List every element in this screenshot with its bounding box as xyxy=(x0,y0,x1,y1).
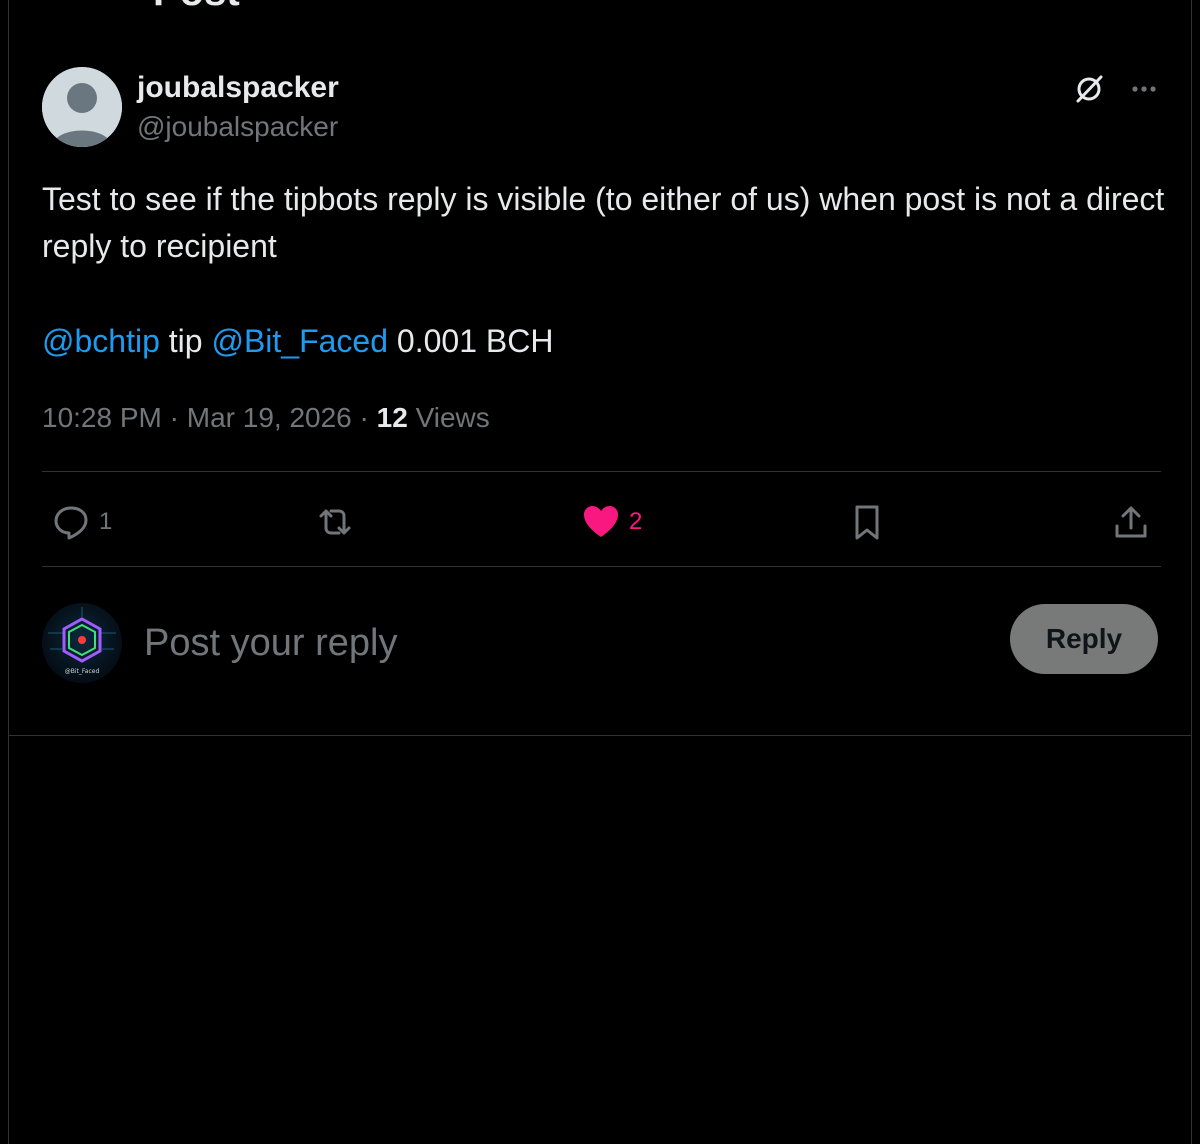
author-display-name[interactable]: joubalspacker xyxy=(137,70,339,106)
bookmark-icon xyxy=(855,505,879,540)
repost-action-button[interactable] xyxy=(315,500,363,544)
like-count: 2 xyxy=(629,508,643,535)
share-icon xyxy=(1115,506,1147,538)
divider xyxy=(42,471,1161,472)
reply-action-button[interactable]: 1 xyxy=(51,500,112,544)
post-text-line: Test to see if the tipbots reply is visi… xyxy=(42,181,1165,264)
post-meta: 10:28 PM · Mar 19, 2026 · 12 Views xyxy=(42,398,490,438)
post-date[interactable]: Mar 19, 2026 xyxy=(187,402,352,433)
reply-count: 1 xyxy=(99,508,113,535)
post-body: Test to see if the tipbots reply is visi… xyxy=(42,176,1172,365)
mention-bit-faced[interactable]: @Bit_Faced xyxy=(211,323,388,359)
post-column: Post joubalspacker @joubalspacker Test t… xyxy=(8,0,1192,1144)
share-action-button[interactable] xyxy=(1111,500,1151,544)
mention-bchtip[interactable]: @bchtip xyxy=(42,323,160,359)
default-avatar-icon xyxy=(42,67,122,147)
tip-word: tip xyxy=(159,323,212,359)
meta-separator: · xyxy=(161,402,187,433)
divider xyxy=(42,566,1161,567)
tip-command: @bchtip tip @Bit_Faced 0.001 BCH xyxy=(42,318,1172,365)
views-label: Views xyxy=(407,402,490,433)
author-avatar[interactable] xyxy=(42,67,122,147)
avatar-label: @Bit_Faced xyxy=(65,668,100,675)
current-user-avatar[interactable]: @Bit_Faced xyxy=(42,603,122,683)
reply-button[interactable]: Reply xyxy=(1010,604,1158,674)
views-count[interactable]: 12 xyxy=(377,402,408,433)
section-divider xyxy=(9,735,1191,736)
page-title: Post xyxy=(153,0,240,12)
top-bar: Post xyxy=(9,0,1191,12)
back-arrow-icon[interactable] xyxy=(49,0,73,2)
like-action-button[interactable]: 2 xyxy=(581,500,642,544)
bit-faced-logo: @Bit_Faced xyxy=(48,607,116,675)
grok-icon[interactable] xyxy=(1072,72,1106,106)
post-time[interactable]: 10:28 PM xyxy=(42,402,162,433)
heart-icon xyxy=(584,506,618,537)
tip-amount: 0.001 BCH xyxy=(388,323,554,359)
author-handle[interactable]: @joubalspacker xyxy=(137,110,338,144)
more-options-icon[interactable] xyxy=(1127,72,1161,106)
reply-input[interactable] xyxy=(142,612,966,674)
meta-separator: · xyxy=(351,402,377,433)
bookmark-action-button[interactable] xyxy=(847,500,887,544)
reply-icon xyxy=(54,506,88,540)
repost-icon xyxy=(319,509,351,535)
